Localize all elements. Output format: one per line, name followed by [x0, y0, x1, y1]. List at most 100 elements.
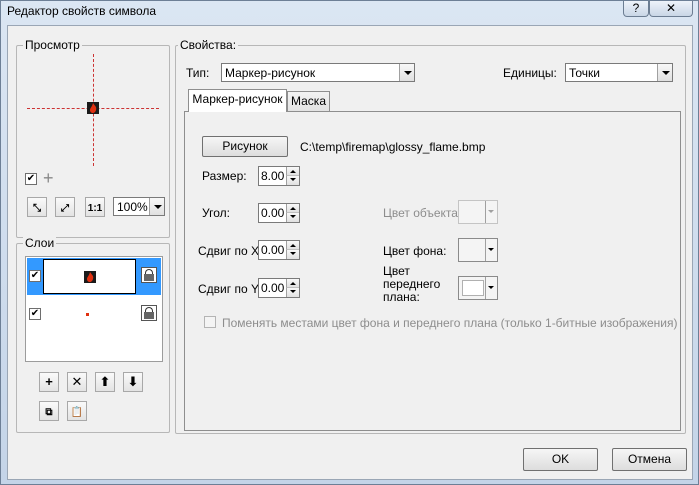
object-color-label: Цвет объекта:: [383, 206, 462, 220]
spin-down-icon[interactable]: [286, 250, 299, 259]
chevron-down-icon: [485, 277, 497, 299]
preview-group-title: Просмотр: [23, 38, 82, 52]
preview-show-checkbox[interactable]: ✔: [25, 173, 37, 185]
spin-down-icon[interactable]: [286, 288, 299, 297]
units-select[interactable]: Точки: [565, 63, 673, 82]
chevron-down-icon: [399, 64, 414, 81]
offset-x-value: 0.00: [261, 243, 285, 257]
help-button[interactable]: ?: [623, 1, 649, 17]
picture-marker-tabpage: Рисунок C:\temp\firemap\glossy_flame.bmp…: [184, 111, 681, 431]
picture-button[interactable]: Рисунок: [202, 136, 288, 157]
copy-layer-button[interactable]: ⧉: [39, 401, 59, 421]
full-extent-button[interactable]: ⤢: [55, 197, 75, 217]
zoom-value: 100%: [117, 200, 148, 214]
layer-visible-checkbox[interactable]: ✔: [29, 270, 41, 282]
spin-up-icon[interactable]: [286, 167, 299, 176]
spin-down-icon[interactable]: [286, 213, 299, 222]
layer-preview-box: [43, 259, 136, 294]
layer-lock-icon[interactable]: [141, 267, 157, 283]
fit-zoom-button[interactable]: ⤡: [27, 197, 47, 217]
copy-icon: ⧉: [45, 407, 53, 418]
layer-dot-icon: [86, 313, 89, 316]
properties-group-title: Свойства:: [178, 38, 239, 52]
spin-up-icon[interactable]: [286, 204, 299, 213]
layers-group-title: Слои: [23, 236, 57, 250]
layer-lock-icon[interactable]: [141, 305, 157, 321]
foreground-color-button[interactable]: [458, 276, 498, 300]
preview-group: Просмотр ✔ + ⤡ ⤢ 1:1 100%: [16, 38, 170, 238]
tab-label: Маска: [291, 94, 326, 108]
layer-row-1[interactable]: ✔: [27, 258, 161, 295]
tab-label: Маркер-рисунок: [192, 92, 283, 106]
actual-size-button[interactable]: 1:1: [85, 197, 105, 217]
move-layer-up-button[interactable]: ⬆: [95, 372, 115, 392]
title-bar: Редактор свойств символа ? ✕: [1, 1, 698, 25]
chevron-down-icon: [657, 64, 672, 81]
preview-crosshair-icon[interactable]: +: [43, 168, 54, 189]
offset-y-spinner[interactable]: 0.00: [258, 278, 300, 298]
type-label: Тип:: [186, 66, 210, 80]
plus-icon: +: [45, 374, 53, 389]
swap-colors-label: Поменять местами цвет фона и переднего п…: [222, 316, 678, 330]
swap-colors-checkbox[interactable]: [204, 316, 216, 328]
offset-y-value: 0.00: [261, 281, 285, 295]
preview-canvas: [27, 54, 159, 166]
add-layer-button[interactable]: +: [39, 372, 59, 392]
chevron-down-icon: [149, 198, 164, 215]
symbol-property-editor-window: Редактор свойств символа ? ✕ Просмотр ✔ …: [0, 0, 699, 485]
paste-icon: 📋: [70, 407, 84, 418]
object-color-button[interactable]: [458, 200, 498, 224]
ok-button[interactable]: OK: [523, 448, 598, 471]
foreground-color-swatch: [462, 280, 484, 296]
layer-marker-icon: [84, 271, 96, 283]
spin-up-icon[interactable]: [286, 241, 299, 250]
tab-picture-marker[interactable]: Маркер-рисунок: [188, 89, 287, 112]
cancel-button-label: Отмена: [627, 452, 672, 466]
background-color-label: Цвет фона:: [383, 244, 447, 258]
size-value: 8.00: [261, 169, 285, 183]
zoom-extent-icon: ⤢: [61, 203, 69, 214]
offset-x-spinner[interactable]: 0.00: [258, 240, 300, 260]
properties-group: Свойства: Тип: Маркер-рисунок Единицы: Т…: [175, 38, 686, 434]
angle-value: 0.00: [261, 206, 285, 220]
cancel-button[interactable]: Отмена: [612, 448, 687, 471]
actual-size-icon: 1:1: [87, 203, 103, 214]
spin-down-icon[interactable]: [286, 176, 299, 185]
angle-spinner[interactable]: 0.00: [258, 203, 300, 223]
close-button[interactable]: ✕: [649, 1, 693, 17]
chevron-down-icon: [485, 201, 497, 223]
offset-y-label: Сдвиг по Y:: [198, 282, 262, 296]
offset-x-label: Сдвиг по X:: [198, 244, 263, 258]
move-layer-down-button[interactable]: ⬇: [123, 372, 143, 392]
layers-list: ✔ ✔: [25, 256, 163, 362]
type-value: Маркер-рисунок: [225, 66, 316, 80]
units-value: Точки: [569, 66, 601, 80]
type-select[interactable]: Маркер-рисунок: [221, 63, 415, 82]
preview-marker-icon: [87, 102, 99, 114]
delete-layer-button[interactable]: ✕: [67, 372, 87, 392]
arrow-down-icon: ⬇: [127, 374, 139, 389]
foreground-color-label: Цвет переднего плана:: [383, 264, 441, 304]
layer-visible-checkbox[interactable]: ✔: [29, 308, 41, 320]
layers-group: Слои ✔ ✔ + ✕ ⬆ ⬇ ⧉ 📋: [16, 236, 170, 433]
window-title: Редактор свойств символа: [7, 4, 157, 18]
picture-path: C:\temp\firemap\glossy_flame.bmp: [300, 140, 486, 154]
zoom-fit-icon: ⤡: [33, 203, 41, 214]
close-icon: ✕: [665, 1, 677, 15]
background-color-button[interactable]: [458, 238, 498, 262]
size-label: Размер:: [202, 169, 247, 183]
picture-button-label: Рисунок: [222, 139, 268, 153]
paste-layer-button[interactable]: 📋: [67, 401, 87, 421]
tab-mask[interactable]: Маска: [287, 91, 330, 112]
help-icon: ?: [632, 1, 640, 15]
arrow-up-icon: ⬆: [99, 374, 111, 389]
ok-button-label: OK: [551, 452, 570, 466]
layer-row-2[interactable]: ✔: [27, 296, 161, 333]
dialog-client-area: Просмотр ✔ + ⤡ ⤢ 1:1 100% Слои ✔ ✔ + ✕ ⬆…: [7, 25, 693, 480]
zoom-select[interactable]: 100%: [113, 197, 165, 216]
chevron-down-icon: [485, 239, 497, 261]
spin-up-icon[interactable]: [286, 279, 299, 288]
angle-label: Угол:: [202, 206, 230, 220]
size-spinner[interactable]: 8.00: [258, 166, 300, 186]
units-label: Единицы:: [503, 66, 557, 80]
